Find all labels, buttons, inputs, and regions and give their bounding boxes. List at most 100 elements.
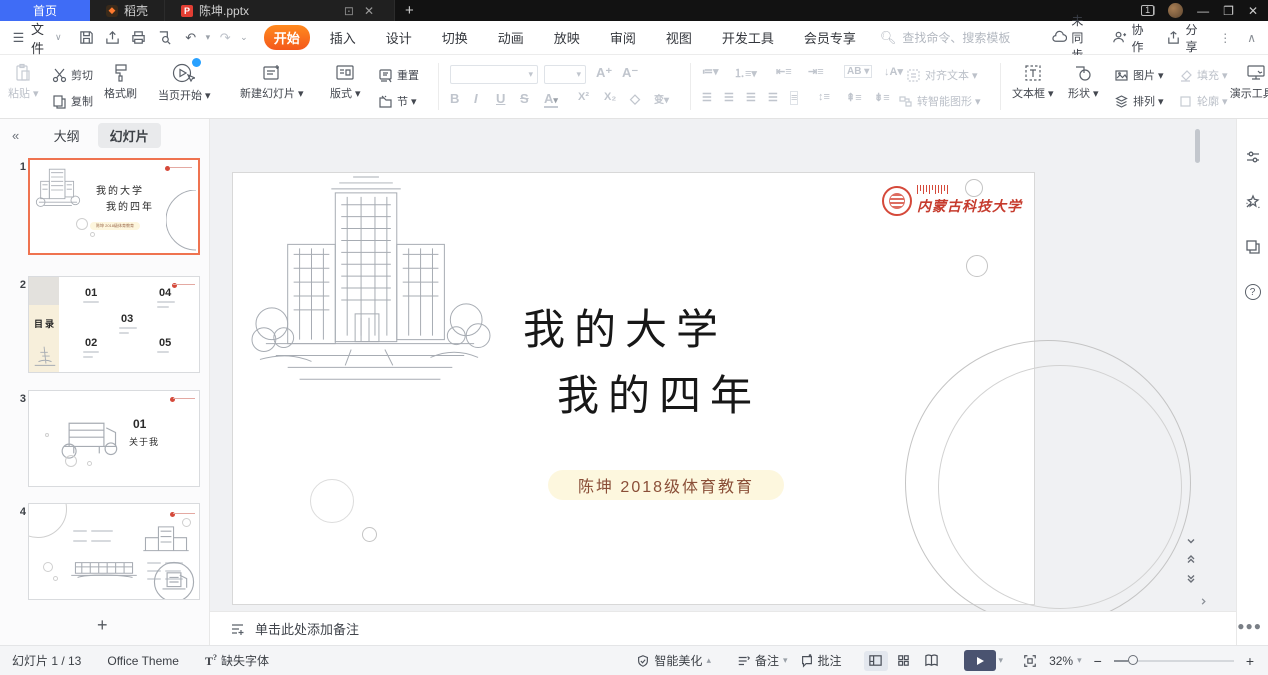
file-menu[interactable]: 文件 — [31, 19, 51, 57]
ribbon-tab-devtools[interactable]: 开发工具 — [712, 25, 784, 50]
zoom-out-button[interactable]: − — [1094, 653, 1102, 669]
search-input[interactable] — [902, 31, 1052, 45]
align-left-button[interactable]: ☰ — [702, 91, 712, 104]
increase-font-button[interactable]: A⁺ — [596, 65, 612, 81]
outline-button[interactable]: 轮廓 ▾ — [1178, 93, 1228, 109]
slide-position-indicator[interactable]: 幻灯片 1 / 13 — [12, 652, 81, 669]
slide-thumbnail-2[interactable]: 目录 01 04 03 02 05 — [28, 276, 200, 373]
picture-button[interactable]: 图片 ▾ — [1114, 67, 1164, 83]
undo-caret-icon[interactable]: ▾ — [206, 32, 211, 43]
text-direction-button[interactable]: AB ▾ — [844, 65, 872, 78]
cast-icon[interactable]: ⊡ — [344, 4, 354, 18]
more-tools-icon[interactable]: ●●● — [1237, 619, 1262, 633]
zoom-level[interactable]: 32%▾ — [1049, 654, 1082, 668]
new-slide-button[interactable]: 新建幻灯片 ▾ — [240, 63, 304, 101]
file-caret-icon[interactable]: ∨ — [55, 32, 62, 43]
font-color-button[interactable]: A▾ — [544, 91, 558, 108]
slide-thumbnail-1[interactable]: 我的大学 我的四年 陈坤 2018级体育教育 — [28, 158, 200, 255]
decrease-font-button[interactable]: A⁻ — [622, 65, 638, 81]
slide-title[interactable]: 我的大学 我的四年 — [523, 297, 761, 429]
properties-icon[interactable] — [1245, 149, 1261, 170]
command-search[interactable]: 🔍︎ — [880, 30, 1053, 46]
collapse-ribbon-icon[interactable]: ∧ — [1247, 31, 1256, 45]
layout-button[interactable]: 版式 ▾ — [330, 63, 361, 101]
clear-format-icon[interactable]: ◇ — [630, 91, 640, 107]
align-center-button[interactable]: ☰ — [724, 91, 734, 104]
new-tab-button[interactable]: + — [395, 0, 424, 21]
bold-button[interactable]: B — [450, 91, 459, 106]
expand-pane-icon[interactable] — [1199, 593, 1208, 611]
collapse-panel-icon[interactable]: « — [12, 128, 19, 143]
university-logo[interactable]: 内蒙古科技大学 — [882, 185, 1022, 216]
save-icon[interactable] — [76, 27, 98, 49]
font-name-select[interactable]: ▾ — [450, 65, 538, 84]
numbering-button[interactable]: ⒈≡▾ — [734, 65, 757, 81]
scroll-down-icon[interactable] — [1186, 533, 1198, 545]
zoom-in-button[interactable]: + — [1246, 653, 1254, 669]
slide-thumbnail-4[interactable] — [28, 503, 200, 600]
decrease-indent-button[interactable]: ⇤≡ — [776, 65, 792, 78]
zoom-slider[interactable] — [1114, 660, 1234, 662]
copy-button[interactable]: 复制 — [52, 93, 93, 109]
scrollbar-thumb[interactable] — [1195, 129, 1200, 163]
close-tab-icon[interactable]: ✕ — [360, 4, 378, 18]
tab-outline[interactable]: 大纲 — [42, 123, 92, 148]
add-slide-button[interactable]: + — [97, 615, 108, 636]
undo-icon[interactable]: ↶ — [180, 27, 202, 49]
slide-thumbnail-3[interactable]: 01 关于我 — [28, 390, 200, 487]
section-button[interactable]: 节 ▾ — [378, 93, 417, 109]
tab-slides[interactable]: 幻灯片 — [98, 123, 161, 148]
subscript-button[interactable]: X₂ — [604, 91, 616, 103]
fit-slide-button[interactable] — [1023, 654, 1037, 668]
previous-slide-icon[interactable] — [1186, 551, 1198, 563]
duplicate-pane-icon[interactable] — [1245, 239, 1261, 260]
align-text-button[interactable]: 对齐文本 ▾ — [906, 67, 978, 83]
play-from-current-button[interactable]: 当页开始 ▾ — [158, 61, 211, 103]
notes-toggle-button[interactable]: 备注▾ — [737, 652, 788, 669]
cut-button[interactable]: 剪切 — [52, 67, 93, 83]
ribbon-tab-design[interactable]: 设计 — [376, 25, 422, 50]
slide-subtitle[interactable]: 陈坤 2018级体育教育 — [548, 470, 784, 500]
slideshow-play-button[interactable] — [964, 650, 996, 671]
font-size-select[interactable]: ▾ — [544, 65, 586, 84]
fill-button[interactable]: 填充 ▾ — [1178, 67, 1228, 83]
italic-button[interactable]: I — [474, 91, 478, 106]
ribbon-tab-insert[interactable]: 插入 — [320, 25, 366, 50]
ribbon-tab-animation[interactable]: 动画 — [488, 25, 534, 50]
para-spacing-before-button[interactable]: ⇞≡ — [846, 91, 862, 104]
underline-button[interactable]: U — [496, 91, 505, 106]
reset-button[interactable]: 重置 — [378, 67, 419, 83]
strikethrough-button[interactable]: S — [520, 91, 529, 106]
ribbon-tab-slideshow[interactable]: 放映 — [544, 25, 590, 50]
tab-docer[interactable]: ◆ 稻壳 — [90, 0, 165, 21]
bullets-button[interactable]: ≔▾ — [702, 65, 719, 78]
toolbar-options-caret-icon[interactable]: ⌄ — [240, 32, 248, 43]
ribbon-tab-home[interactable]: 开始 — [264, 25, 310, 50]
to-smartart-button[interactable]: 转智能图形 ▾ — [898, 93, 981, 109]
print-preview-icon[interactable] — [154, 27, 176, 49]
play-options-caret-icon[interactable]: ▾ — [999, 655, 1004, 666]
presentation-tools-button[interactable]: 演示工具 ▾ — [1226, 63, 1268, 101]
arrange-button[interactable]: 排列 ▾ — [1114, 93, 1164, 109]
ribbon-tab-view[interactable]: 视图 — [656, 25, 702, 50]
slide-canvas[interactable]: 我的大学 我的四年 陈坤 2018级体育教育 内蒙古科技大学 — [210, 119, 1236, 611]
collaborate-button[interactable]: 协作 — [1111, 21, 1149, 55]
superscript-button[interactable]: X² — [578, 91, 589, 103]
help-icon[interactable]: ? — [1245, 284, 1261, 300]
text-rotate-button[interactable]: ↓A▾ — [884, 65, 903, 78]
line-spacing-button[interactable]: ↕≡ — [818, 91, 830, 103]
next-slide-icon[interactable] — [1186, 571, 1198, 583]
theme-indicator[interactable]: Office Theme — [107, 654, 179, 668]
increase-indent-button[interactable]: ⇥≡ — [808, 65, 824, 78]
textbox-button[interactable]: 文本框 ▾ — [1012, 63, 1054, 101]
shapes-button[interactable]: 形状 ▾ — [1068, 63, 1099, 101]
ribbon-tab-review[interactable]: 审阅 — [600, 25, 646, 50]
tab-document[interactable]: P 陈坤.pptx ⊡ ✕ — [165, 0, 395, 21]
export-icon[interactable] — [102, 27, 124, 49]
zoom-slider-knob[interactable] — [1128, 655, 1138, 665]
redo-icon[interactable]: ↷ — [214, 27, 236, 49]
phonetic-guide-icon[interactable]: 变▾ — [654, 91, 669, 106]
paste-button[interactable]: 粘贴 ▾ — [8, 63, 39, 101]
distribute-button[interactable]: ≡ — [790, 91, 798, 105]
beautify-wand-icon[interactable] — [1245, 194, 1261, 215]
